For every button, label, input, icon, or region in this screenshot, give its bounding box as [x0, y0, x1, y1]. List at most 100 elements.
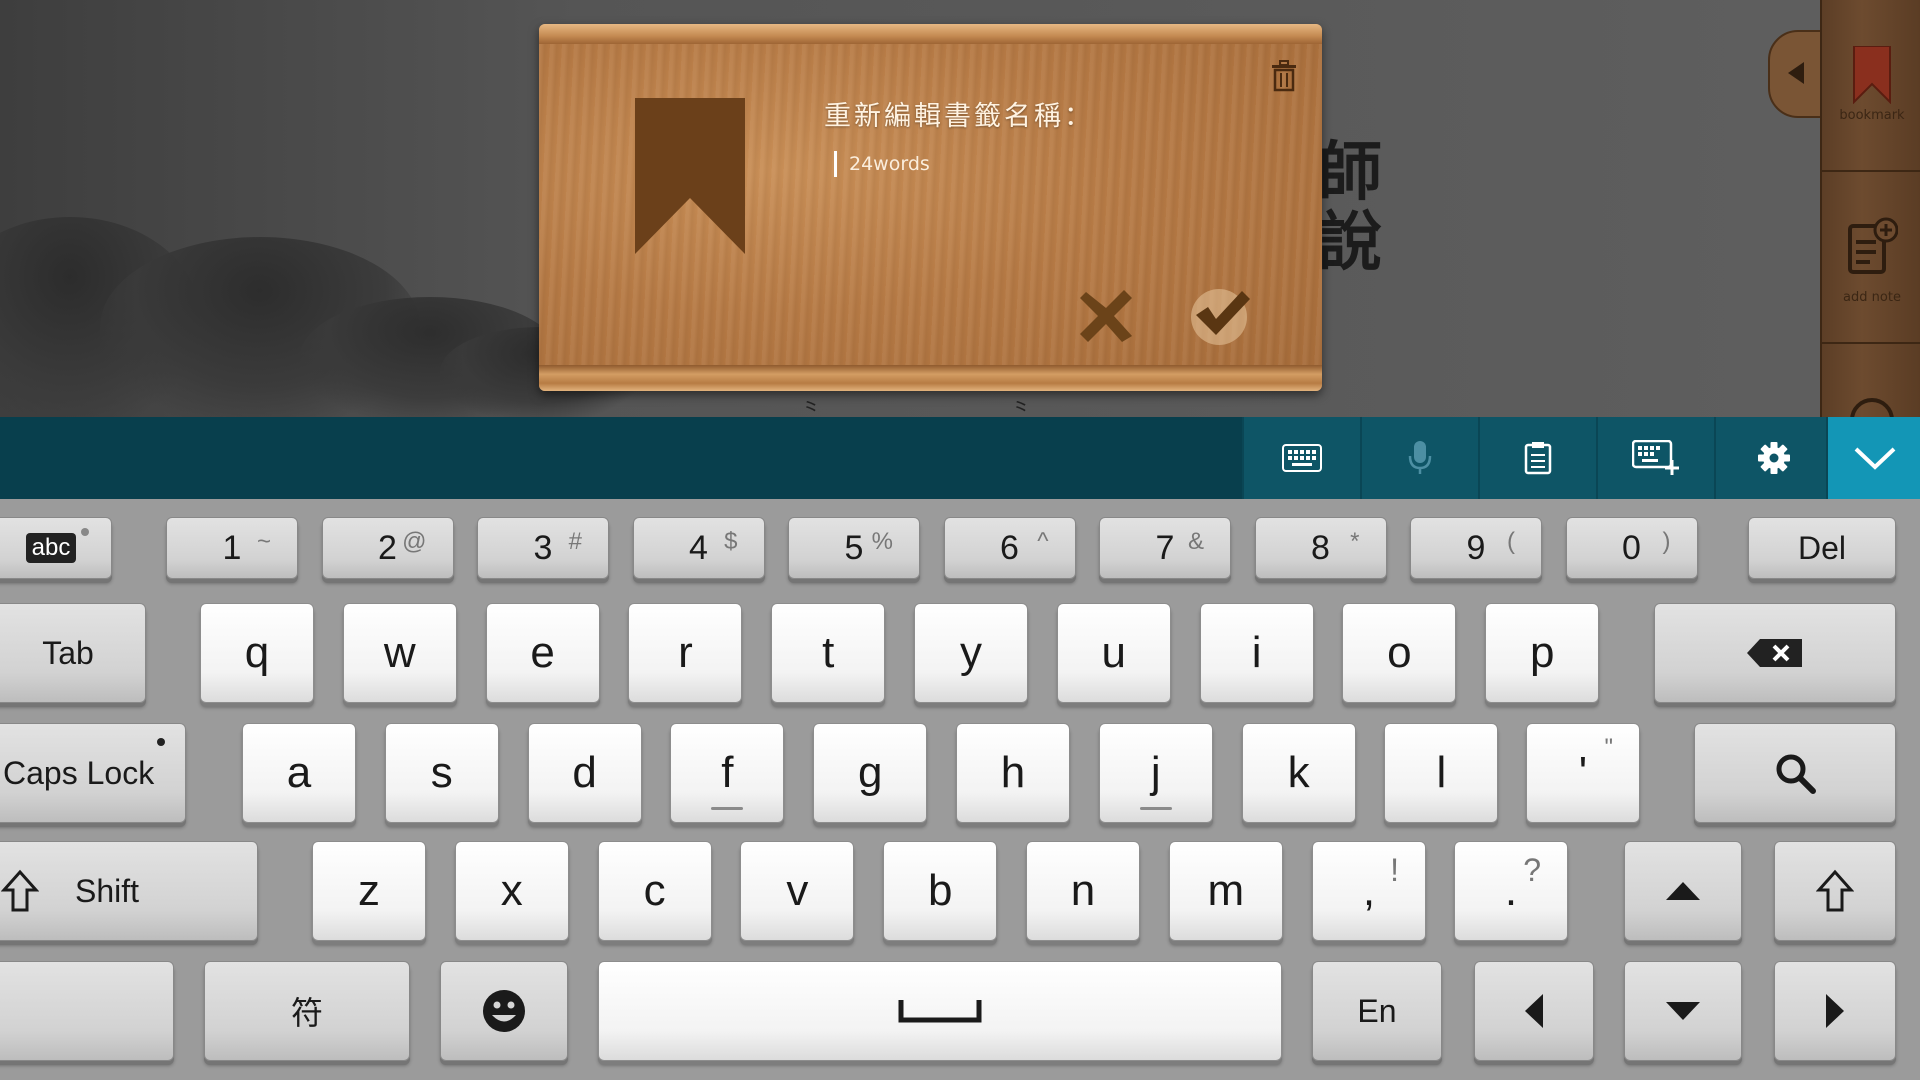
- bookmark-tool[interactable]: bookmark: [1822, 0, 1920, 172]
- key-t-label: t: [822, 628, 835, 677]
- number-key-3[interactable]: 3 #: [477, 517, 609, 579]
- comma-key-label: ,: [1362, 866, 1376, 915]
- keyboard-toolbar: [0, 417, 1920, 499]
- number-key-0-label: 0: [1622, 528, 1641, 567]
- key-r[interactable]: r: [628, 603, 743, 703]
- key-z[interactable]: z: [312, 841, 426, 941]
- key-t[interactable]: t: [771, 603, 886, 703]
- key-v[interactable]: v: [740, 841, 855, 941]
- add-note-tool[interactable]: add note: [1822, 172, 1920, 344]
- triangle-left-icon: [1525, 994, 1543, 1028]
- period-key[interactable]: . ?: [1454, 841, 1568, 941]
- language-key[interactable]: En: [1312, 961, 1442, 1061]
- input-mode-label: abc: [25, 533, 77, 563]
- key-b[interactable]: b: [883, 841, 998, 941]
- key-q-label: q: [244, 628, 270, 677]
- shift-key-right[interactable]: [1774, 841, 1896, 941]
- number-key-5[interactable]: 5%: [788, 517, 920, 579]
- key-s-label: s: [430, 748, 453, 797]
- key-h[interactable]: h: [956, 723, 1070, 823]
- cursor-down-key[interactable]: [1624, 961, 1742, 1061]
- key-m[interactable]: m: [1168, 841, 1283, 941]
- key-x[interactable]: x: [454, 841, 569, 941]
- key-a[interactable]: a: [242, 723, 356, 823]
- chevron-left-icon: [1788, 62, 1804, 84]
- key-n[interactable]: n: [1026, 841, 1140, 941]
- reader-side-toolbar: bookmark add note: [1820, 0, 1920, 424]
- key-l[interactable]: l: [1384, 723, 1499, 823]
- key-z-label: z: [358, 866, 380, 915]
- number-key-7[interactable]: 7 &: [1099, 517, 1231, 579]
- number-key-6[interactable]: 6 ^: [943, 517, 1076, 579]
- emoji-key[interactable]: [440, 961, 568, 1061]
- keyboard-settings-add-button[interactable]: [1596, 417, 1714, 499]
- number-key-4[interactable]: 4 $: [632, 517, 765, 579]
- number-key-4-label: 4: [689, 528, 708, 567]
- key-j[interactable]: j: [1098, 723, 1213, 823]
- key-o[interactable]: o: [1342, 603, 1457, 703]
- key-c[interactable]: c: [597, 841, 712, 941]
- chevron-down-icon: [1854, 447, 1896, 470]
- comma-key[interactable]: , !: [1312, 841, 1426, 941]
- number-key-3-label: 3: [533, 528, 553, 567]
- number-key-8-sub: *: [1350, 528, 1360, 555]
- number-key-6-label: 6: [1000, 528, 1019, 567]
- number-key-8[interactable]: 8 *: [1254, 517, 1387, 579]
- search-key[interactable]: [1694, 723, 1896, 823]
- key-p[interactable]: p: [1485, 603, 1600, 703]
- key-y[interactable]: y: [914, 603, 1028, 703]
- cancel-icon[interactable]: [1076, 286, 1136, 346]
- confirm-check-icon[interactable]: [1186, 281, 1256, 347]
- key-e-label: e: [530, 628, 555, 677]
- number-key-4-sub: $: [724, 528, 738, 555]
- number-key-8-label: 8: [1311, 528, 1330, 567]
- bookmark-name-input[interactable]: 24words: [834, 149, 1214, 179]
- backspace-key[interactable]: [1654, 603, 1896, 703]
- key-g[interactable]: g: [813, 723, 928, 823]
- hide-keyboard-button[interactable]: [1826, 417, 1920, 499]
- number-key-0[interactable]: 0): [1565, 517, 1698, 579]
- calligraphy-fragment: ⺀: [1010, 398, 1033, 417]
- blank-function-key[interactable]: [0, 961, 174, 1061]
- side-tool-partial[interactable]: [1822, 344, 1920, 424]
- cursor-right-key[interactable]: [1774, 961, 1896, 1061]
- quote-key-label: ': [1578, 748, 1588, 797]
- key-s[interactable]: s: [384, 723, 499, 823]
- number-key-9[interactable]: 9(: [1410, 517, 1542, 579]
- number-key-5-sub: %: [871, 528, 893, 555]
- shift-key-left[interactable]: Shift: [0, 841, 258, 941]
- keyboard-add-icon: [1632, 440, 1679, 475]
- key-f[interactable]: f: [670, 723, 785, 823]
- quote-key-sub: ": [1604, 734, 1613, 761]
- settings-button[interactable]: [1714, 417, 1832, 499]
- number-key-1[interactable]: 1 ~: [166, 517, 298, 579]
- key-i-label: i: [1251, 628, 1262, 677]
- number-key-2[interactable]: 2 @: [321, 517, 454, 579]
- key-i[interactable]: i: [1199, 603, 1314, 703]
- keyboard-layout-button[interactable]: [1242, 417, 1360, 499]
- cursor-left-key[interactable]: [1474, 961, 1594, 1061]
- key-w[interactable]: w: [342, 603, 457, 703]
- key-b-label: b: [927, 866, 953, 915]
- key-u[interactable]: u: [1056, 603, 1171, 703]
- triangle-right-icon: [1826, 994, 1844, 1028]
- mode-indicator-dot: [81, 528, 89, 536]
- cursor-up-key[interactable]: [1624, 841, 1742, 941]
- key-e[interactable]: e: [485, 603, 600, 703]
- number-key-2-sub: @: [402, 528, 427, 555]
- symbol-key[interactable]: 符: [204, 961, 410, 1061]
- key-k[interactable]: k: [1241, 723, 1356, 823]
- del-key[interactable]: Del: [1748, 517, 1896, 579]
- trash-icon[interactable]: [1270, 60, 1298, 92]
- key-q[interactable]: q: [200, 603, 314, 703]
- voice-input-button[interactable]: [1360, 417, 1478, 499]
- clipboard-icon: [1524, 442, 1552, 475]
- input-mode-key[interactable]: abc: [0, 517, 112, 579]
- caps-lock-key[interactable]: Caps Lock: [0, 723, 186, 823]
- tab-key[interactable]: Tab: [0, 603, 146, 703]
- key-d[interactable]: d: [527, 723, 642, 823]
- clipboard-button[interactable]: [1478, 417, 1596, 499]
- quote-key[interactable]: ' ": [1526, 723, 1640, 823]
- space-key[interactable]: [598, 961, 1282, 1061]
- key-k-label: k: [1287, 748, 1310, 797]
